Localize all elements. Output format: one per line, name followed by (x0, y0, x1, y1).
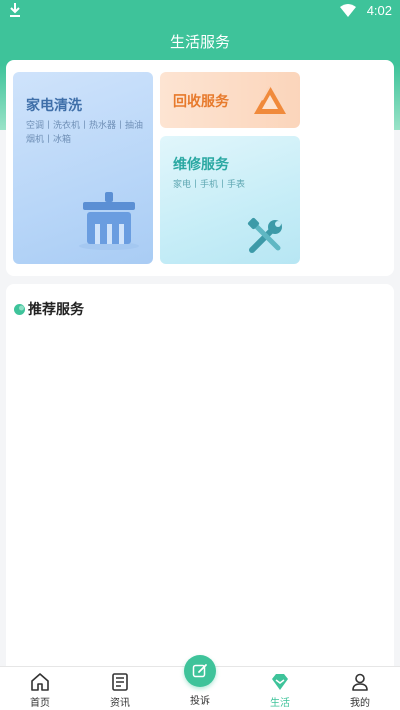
status-bar: 4:02 (0, 0, 400, 22)
edit-icon (192, 664, 207, 678)
repair-service-title: 维修服务 (173, 157, 229, 173)
repair-tools-icon (247, 217, 282, 253)
complaint-fab-button[interactable] (184, 655, 216, 687)
recycling-service-card[interactable]: 回收服务 (160, 72, 300, 128)
tab-life-label: 生活 (270, 698, 290, 709)
recommended-services-panel: 推荐服务 (6, 284, 394, 684)
services-panel: 家电清洗 空调丨洗衣机丨热水器丨抽油烟机丨冰箱 回收服务 维修服务 家电丨手机丨… (6, 60, 394, 276)
tab-mine-label: 我的 (350, 698, 370, 709)
appliance-cleaning-title: 家电清洗 (26, 98, 82, 114)
tab-complaint-label: 投诉 (190, 696, 210, 707)
tab-news-label: 资讯 (110, 698, 130, 709)
tab-complaint[interactable]: 投诉 (160, 655, 240, 710)
bottom-tab-bar: 首页 资讯 投诉 生活 我的 (0, 655, 400, 710)
recycling-service-title: 回收服务 (173, 94, 229, 110)
wifi-icon (340, 4, 356, 17)
appliance-cleaning-card[interactable]: 家电清洗 空调丨洗衣机丨热水器丨抽油烟机丨冰箱 (13, 72, 153, 264)
news-icon (112, 673, 128, 691)
recycle-triangle-icon (254, 85, 286, 114)
tab-home-label: 首页 (30, 698, 50, 709)
download-icon (10, 3, 20, 17)
tab-news[interactable]: 资讯 (80, 667, 160, 710)
repair-service-subtitle: 家电丨手机丨手表 (173, 180, 246, 190)
appliance-cleaning-subtitle: 空调丨洗衣机丨热水器丨抽油烟机丨冰箱 (26, 121, 144, 145)
tab-mine[interactable]: 我的 (320, 667, 400, 710)
recommended-services-title: 推荐服务 (28, 302, 84, 318)
home-icon (31, 673, 49, 691)
status-time: 4:02 (366, 3, 392, 18)
diamond-icon (272, 674, 288, 690)
page-title: 生活服务 (169, 34, 230, 51)
section-marker-icon (14, 304, 25, 315)
user-icon (352, 673, 368, 691)
tab-life[interactable]: 生活 (240, 667, 320, 710)
tab-home[interactable]: 首页 (0, 667, 80, 710)
repair-service-card[interactable]: 维修服务 家电丨手机丨手表 (160, 136, 300, 264)
cleaning-brush-icon (79, 192, 139, 250)
